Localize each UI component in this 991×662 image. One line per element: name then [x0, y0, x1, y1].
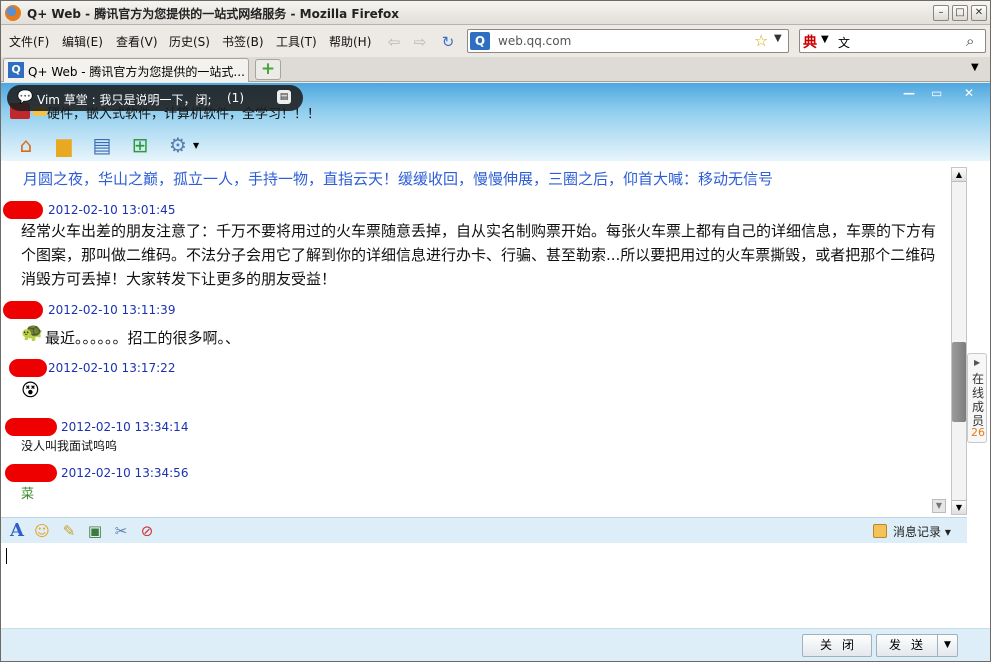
search-input[interactable]: 文 — [838, 34, 850, 51]
forward-arrow-icon[interactable]: ⇨ — [411, 33, 429, 51]
message-header: 2012-02-10 13:34:56 — [1, 464, 301, 482]
window-title: Q+ Web - 腾讯官方为您提供的一站式网络服务 - Mozilla Fire… — [27, 7, 400, 21]
url-text[interactable]: web.qq.com — [498, 34, 571, 48]
firefox-window: Q+ Web - 腾讯官方为您提供的一站式网络服务 - Mozilla Fire… — [0, 0, 991, 662]
dizzy-emoji-icon: 😵 — [21, 380, 40, 401]
font-icon[interactable]: A — [7, 521, 27, 541]
message-input[interactable] — [1, 544, 967, 628]
home-icon[interactable]: ⌂ — [13, 133, 39, 157]
message-scrollbar[interactable]: ▲ ▼ — [951, 167, 967, 515]
chat-header: 硬件，嵌入式软件，计算机软件，全学习！！！ 💬 Vim 草堂 : 我只是说明一下… — [1, 83, 990, 161]
message-time: 2012-02-10 13:34:14 — [61, 420, 189, 434]
group-announcement: 月圆之夜，华山之巅，孤立一人，手持一物，直指云天！缓缓收回，慢慢伸展，三圈之后，… — [23, 170, 774, 188]
redacted-username — [5, 418, 57, 436]
tab-list-icon[interactable]: ▼ — [971, 62, 979, 73]
message-time: 2012-02-10 13:01:45 — [48, 203, 176, 217]
emoticon-icon[interactable]: ☺ — [32, 521, 52, 541]
chat-bubble-icon: 💬 — [17, 90, 34, 105]
expand-arrow-icon: ▶ — [974, 358, 981, 367]
bookmark-star-icon[interactable]: ☆ — [754, 31, 768, 50]
message-text: 经常火车出差的朋友注意了：千万不要将用过的火车票随意丢掉，自从实名制购票开始。每… — [21, 222, 937, 288]
search-engine-icon[interactable]: 典 — [803, 32, 817, 52]
url-dropdown-icon[interactable]: ▼ — [774, 33, 782, 44]
menu-bookmarks[interactable]: 书签(B) — [222, 33, 264, 50]
screenshot-icon[interactable]: ✂ — [111, 521, 131, 541]
search-icon[interactable]: ⌕ — [966, 32, 974, 50]
contacts-icon[interactable]: ▤ — [89, 133, 115, 157]
send-options-dropdown-icon[interactable]: ▼ — [937, 635, 957, 656]
message-header: 2012-02-10 13:17:22 — [1, 359, 301, 377]
qplus-chat-window: 硬件，嵌入式软件，计算机软件，全学习！！！ 💬 Vim 草堂 : 我只是说明一下… — [1, 83, 990, 661]
settings-icon[interactable]: ⚙ — [165, 133, 191, 157]
maximize-window-button[interactable]: □ — [952, 5, 968, 21]
firefox-logo-icon — [5, 5, 21, 21]
minimize-window-button[interactable]: – — [933, 5, 949, 21]
redacted-username — [3, 301, 43, 319]
url-bar[interactable]: Q web.qq.com ☆ ▼ — [467, 29, 789, 53]
text-caret — [6, 548, 7, 564]
message-history-button[interactable]: 消息记录 ▾ — [873, 523, 951, 540]
online-members-tab[interactable]: ▶ 在线成员 26 — [967, 353, 987, 443]
redacted-username — [3, 201, 43, 219]
close-window-button[interactable]: ✕ — [971, 5, 987, 21]
reload-icon[interactable]: ↻ — [439, 33, 457, 51]
tab-qplus-web[interactable]: Q Q+ Web - 腾讯官方为您提供的一站式... — [3, 58, 249, 82]
menu-history[interactable]: 历史(S) — [169, 33, 210, 50]
menu-tools[interactable]: 工具(T) — [276, 33, 317, 50]
tab-bar: Q Q+ Web - 腾讯官方为您提供的一站式... + ▼ — [1, 57, 990, 82]
send-label: 发送 — [889, 638, 934, 652]
notification-popup[interactable]: 💬 Vim 草堂 : 我只是说明一下，闭; (1) ▤ — [7, 85, 303, 111]
turtle-emoji-icon: 🐢 — [21, 322, 44, 343]
message-list: 2012-02-10 13:01:45 经常火车出差的朋友注意了：千万不要将用过… — [1, 195, 949, 513]
search-engine-dropdown-icon[interactable]: ▼ — [821, 34, 829, 45]
chat-minimize-icon[interactable]: — — [903, 86, 915, 100]
redacted-username — [5, 464, 57, 482]
message-text: 最近。。。。。。招工的很多啊。、 — [45, 329, 241, 347]
message-time: 2012-02-10 13:17:22 — [48, 361, 176, 375]
tab-favicon-icon: Q — [8, 62, 24, 78]
message-header: 2012-02-10 13:11:39 — [1, 301, 301, 319]
popup-text: Vim 草堂 : 我只是说明一下，闭; — [37, 93, 212, 107]
message-icon[interactable]: ▤ — [277, 90, 291, 104]
menu-edit[interactable]: 编辑(E) — [62, 33, 103, 50]
online-members-label: 在线成员 — [971, 372, 984, 428]
image-icon[interactable]: ▣ — [85, 521, 105, 541]
chat-close-icon[interactable]: ✕ — [964, 86, 974, 100]
settings-dropdown-icon[interactable]: ▼ — [193, 141, 199, 150]
history-label: 消息记录 — [893, 525, 942, 539]
popup-count: (1) — [227, 91, 244, 105]
online-members-count: 26 — [971, 426, 985, 439]
search-bar[interactable]: 典 ▼ 文 ⌕ — [799, 29, 986, 53]
new-tab-button[interactable]: + — [255, 59, 281, 80]
back-arrow-icon[interactable]: ⇦ — [385, 33, 403, 51]
input-footer: 关闭 发送 ▼ — [1, 628, 990, 661]
chat-maximize-icon[interactable]: ▭ — [931, 86, 942, 100]
history-icon — [873, 524, 887, 538]
site-favicon-icon: Q — [470, 32, 490, 50]
menu-file[interactable]: 文件(F) — [9, 33, 49, 50]
message-header: 2012-02-10 13:34:14 — [1, 418, 301, 436]
redacted-username — [9, 359, 47, 377]
close-button[interactable]: 关闭 — [802, 634, 872, 657]
scrollbar-thumb[interactable] — [952, 342, 966, 422]
folder-icon[interactable]: ▆ — [51, 133, 77, 157]
scroll-down-icon[interactable]: ▼ — [952, 500, 966, 514]
scroll-up-icon[interactable]: ▲ — [952, 168, 966, 182]
message-time: 2012-02-10 13:34:56 — [61, 466, 189, 480]
message-text: 菜 — [21, 487, 35, 502]
tab-label: Q+ Web - 腾讯官方为您提供的一站式... — [28, 65, 245, 79]
message-header: 2012-02-10 13:01:45 — [1, 201, 301, 219]
title-bar: Q+ Web - 腾讯官方为您提供的一站式网络服务 - Mozilla Fire… — [1, 1, 990, 25]
send-button[interactable]: 发送 ▼ — [876, 634, 958, 657]
message-text: 没人叫我面试呜呜 — [21, 439, 118, 453]
handwriting-icon[interactable]: ✎ — [59, 521, 79, 541]
shake-icon[interactable]: ⊘ — [137, 521, 157, 541]
scroll-to-bottom-icon[interactable]: ▼ — [932, 499, 946, 513]
add-app-icon[interactable]: ⊞ — [127, 133, 153, 157]
menu-view[interactable]: 查看(V) — [116, 33, 158, 50]
input-toolbar: A ☺ ✎ ▣ ✂ ⊘ 消息记录 ▾ — [1, 517, 967, 543]
message-time: 2012-02-10 13:11:39 — [48, 303, 176, 317]
menu-help[interactable]: 帮助(H) — [329, 33, 371, 50]
